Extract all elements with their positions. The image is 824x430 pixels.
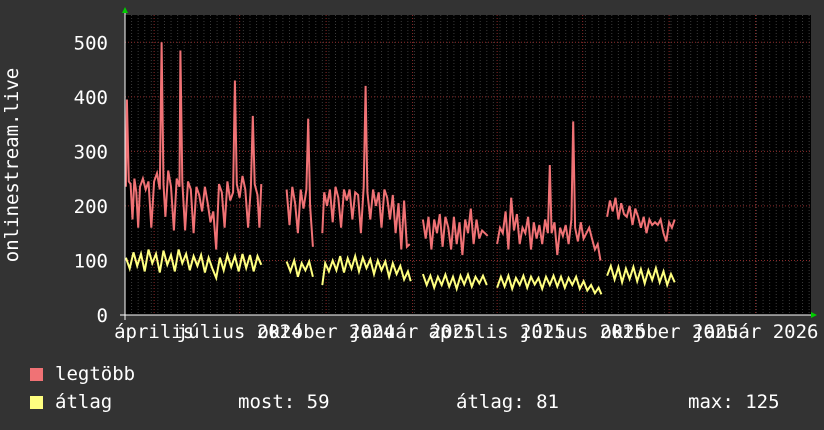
y-tick-label: 200 xyxy=(74,196,108,218)
y-axis-arrow xyxy=(122,7,128,13)
legend-item-legtobb: legtöbb xyxy=(30,363,135,385)
x-tick-label: január 2026 xyxy=(693,321,819,343)
legend-item-atlag: átlag xyxy=(30,391,112,413)
y-axis-ticks: 0 100 200 300 400 500 xyxy=(74,32,108,327)
x-axis-ticks: áprilisjúlius 2024október 2024január 202… xyxy=(114,321,818,343)
legend-swatch-atlag xyxy=(30,396,43,409)
stat-max: max: 125 xyxy=(688,391,780,413)
stat-atlag: átlag: 81 xyxy=(456,391,559,413)
y-tick-label: 400 xyxy=(74,87,108,109)
legend-label-atlag: átlag xyxy=(55,391,113,413)
plot-background xyxy=(125,15,811,315)
legend-swatch-legtobb xyxy=(30,368,43,381)
y-tick-label: 300 xyxy=(74,141,108,163)
y-tick-label: 0 xyxy=(97,305,108,327)
stat-most: most: 59 xyxy=(238,391,330,413)
y-tick-label: 100 xyxy=(74,250,108,272)
x-axis-arrow xyxy=(811,312,817,318)
y-axis-label: onlinestream.live xyxy=(1,68,23,262)
legend-label-legtobb: legtöbb xyxy=(55,363,136,385)
y-tick-label: 500 xyxy=(74,32,108,54)
